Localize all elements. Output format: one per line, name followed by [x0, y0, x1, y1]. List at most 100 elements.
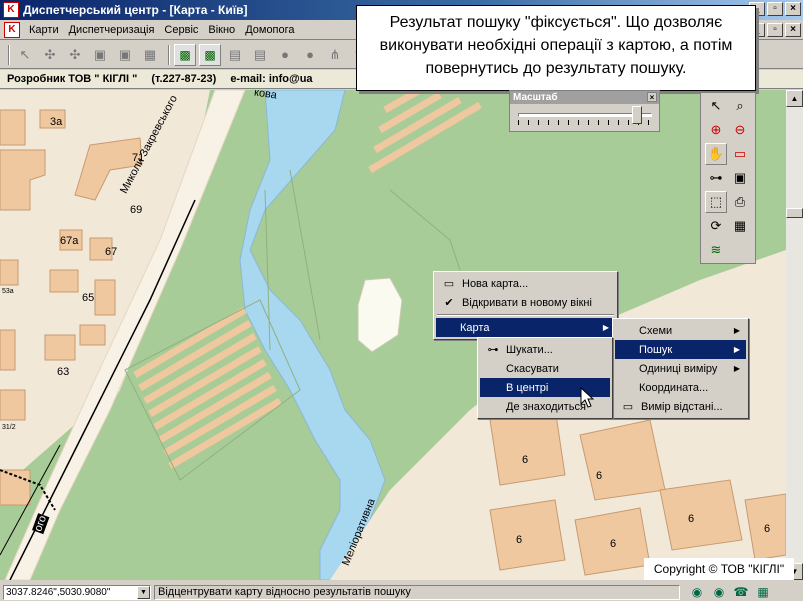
mdi-restore-button[interactable]: ▫ [767, 23, 783, 37]
tool-zoom-out-icon[interactable]: ⊖ [729, 119, 751, 141]
tool-measure-icon[interactable]: ▭ [729, 143, 751, 165]
network-icon[interactable]: ▦ [755, 585, 771, 599]
menu-item-new-map[interactable]: ▭ Нова карта... [436, 274, 615, 293]
building-label-6-d: 6 [610, 538, 617, 550]
toolbar-pointer-icon[interactable]: ↖ [14, 44, 36, 66]
menu-item-find[interactable]: ⊶ Шукати... [480, 340, 610, 359]
coordinate-display[interactable]: 3037.8246",5030.9080" ▼ [3, 584, 151, 600]
toolbar-node2-icon[interactable]: ✣ [64, 44, 86, 66]
menu-item-units[interactable]: Одиниці виміру ▶ [615, 359, 746, 378]
tool-pan-hand-icon[interactable]: ✋ [705, 143, 727, 165]
phone-icon[interactable]: ☎ [733, 585, 749, 599]
menu-dispatching[interactable]: Диспетчеризація [64, 24, 160, 36]
toolbar-chat2-icon[interactable]: ● [299, 44, 321, 66]
menu-item-cancel-label: Скасувати [506, 362, 559, 375]
menu-item-open-new-window[interactable]: ✔ Відкривати в новому вікні [436, 293, 615, 312]
submenu-arrow-icon: ▶ [602, 323, 609, 332]
menu-item-units-label: Одиниці виміру [639, 362, 718, 375]
building-label-67a: 67а [60, 235, 79, 247]
menu-item-search[interactable]: Пошук ▶ [615, 340, 746, 359]
toolbar-grip [8, 44, 10, 65]
app-logo-icon: K [3, 2, 19, 18]
toolbar-network-icon[interactable]: ⋔ [324, 44, 346, 66]
side-label-31-2: 31/2 [2, 424, 16, 431]
toolbar-grid-icon[interactable]: ▦ [139, 44, 161, 66]
building-label-71: 71 [132, 152, 145, 164]
developer-phone: (т.227-87-23) [151, 73, 217, 85]
toolbar-layers-icon[interactable]: ▤ [224, 44, 246, 66]
menu-item-coordinate-label: Координата... [639, 381, 709, 394]
globe-icon[interactable]: ◉ [689, 585, 705, 599]
menu-item-cancel[interactable]: Скасувати [480, 359, 610, 378]
chevron-down-icon[interactable]: ▼ [137, 585, 150, 599]
submenu-arrow-icon: ▶ [733, 326, 740, 335]
tool-pointer-icon[interactable]: ↖ [705, 95, 727, 117]
tool-print-icon[interactable]: ⎙ [729, 191, 751, 213]
scale-panel-close-button[interactable]: × [647, 92, 657, 102]
scale-panel-title-text: Масштаб [513, 92, 558, 103]
building-label-69: 69 [130, 204, 143, 216]
menu-karty[interactable]: Карти [24, 24, 64, 36]
building-label-63: 63 [57, 366, 70, 378]
globe-2-icon[interactable]: ◉ [711, 585, 727, 599]
document-icon[interactable]: K [4, 21, 20, 38]
tool-refresh-icon[interactable]: ⟳ [705, 215, 727, 237]
scale-panel: Масштаб × [509, 90, 660, 132]
status-message: Відцентрувати карту відносно результатів… [154, 584, 680, 600]
coordinate-value: 3037.8246",5030.9080" [6, 586, 111, 598]
toolbar-map2-icon[interactable]: ▩ [199, 43, 221, 66]
close-button[interactable]: × [785, 2, 801, 16]
building-label-6-b: 6 [596, 470, 603, 482]
building-label-6-a: 6 [522, 454, 529, 466]
building-label-67: 67 [105, 246, 118, 258]
toolbar-map-icon[interactable]: ▩ [174, 43, 196, 66]
tool-map-settings-icon[interactable]: ▦ [729, 215, 751, 237]
scroll-up-button[interactable]: ▲ [786, 90, 803, 107]
maximize-button[interactable]: ▫ [767, 2, 783, 16]
tool-layers-stack-icon[interactable]: ≋ [705, 239, 727, 261]
menu-item-open-new-window-label: Відкривати в новому вікні [462, 296, 592, 309]
tool-layer-icon[interactable]: ▣ [729, 167, 751, 189]
karta-submenu: Схеми ▶ Пошук ▶ Одиниці виміру ▶ Координ… [612, 318, 749, 419]
menu-item-search-label: Пошук [639, 343, 673, 356]
menu-item-new-map-label: Нова карта... [462, 277, 529, 290]
menu-help[interactable]: Домопога [240, 24, 299, 36]
toolbar-layers2-icon[interactable]: ▤ [249, 44, 271, 66]
copyright-label: Copyright © ТОВ "КІГЛІ" [644, 558, 794, 580]
menu-item-center-label: В центрі [506, 381, 549, 394]
scroll-thumb[interactable] [786, 208, 803, 218]
mouse-cursor-icon [580, 387, 594, 408]
developer-name: Розробник ТОВ " КІГЛІ " [7, 73, 138, 85]
scale-slider-thumb[interactable] [632, 106, 643, 124]
menu-item-coordinate[interactable]: Координата... [615, 378, 746, 397]
toolbar-separator [168, 44, 170, 65]
tool-binoculars-icon[interactable]: ⊶ [705, 167, 727, 189]
tool-zoom-in-icon[interactable]: ⊕ [705, 119, 727, 141]
menu-item-find-label: Шукати... [506, 343, 553, 356]
menu-window[interactable]: Вікно [203, 24, 240, 36]
menu-item-schemes-label: Схеми [639, 324, 673, 337]
status-bar: 3037.8246",5030.9080" ▼ Відцентрувати ка… [0, 583, 803, 601]
building-label-6-c: 6 [516, 534, 523, 546]
developer-email: e-mail: info@ua [230, 73, 313, 85]
tool-zoom-area-icon[interactable]: ⌕ [729, 95, 751, 117]
scale-panel-title: Масштаб × [510, 91, 659, 104]
context-menu: ▭ Нова карта... ✔ Відкривати в новому ві… [433, 271, 618, 340]
menu-item-measure-distance[interactable]: ▭ Вимір відстані... [615, 397, 746, 416]
building-label-6-f: 6 [764, 523, 771, 535]
toolbar-chat-icon[interactable]: ● [274, 44, 296, 66]
tool-select-icon[interactable]: ⬚ [705, 191, 727, 213]
menu-item-karta[interactable]: Карта ▶ [436, 318, 615, 337]
menu-service[interactable]: Сервіс [159, 24, 203, 36]
info-callout: Результат пошуку "фіксується". Що дозвол… [356, 5, 756, 91]
menu-item-schemes[interactable]: Схеми ▶ [615, 321, 746, 340]
building-label-6-e: 6 [688, 513, 695, 525]
toolbar-frame-icon[interactable]: ▣ [89, 44, 111, 66]
mdi-close-button[interactable]: × [785, 23, 801, 37]
map-vertical-scrollbar[interactable]: ▲ ▼ [786, 90, 803, 580]
menu-item-where-located-label: Де знаходиться [506, 400, 586, 413]
toolbar-node-icon[interactable]: ✣ [39, 44, 61, 66]
building-label-65: 65 [82, 292, 95, 304]
menu-item-karta-label: Карта [460, 321, 490, 334]
toolbar-frame2-icon[interactable]: ▣ [114, 44, 136, 66]
